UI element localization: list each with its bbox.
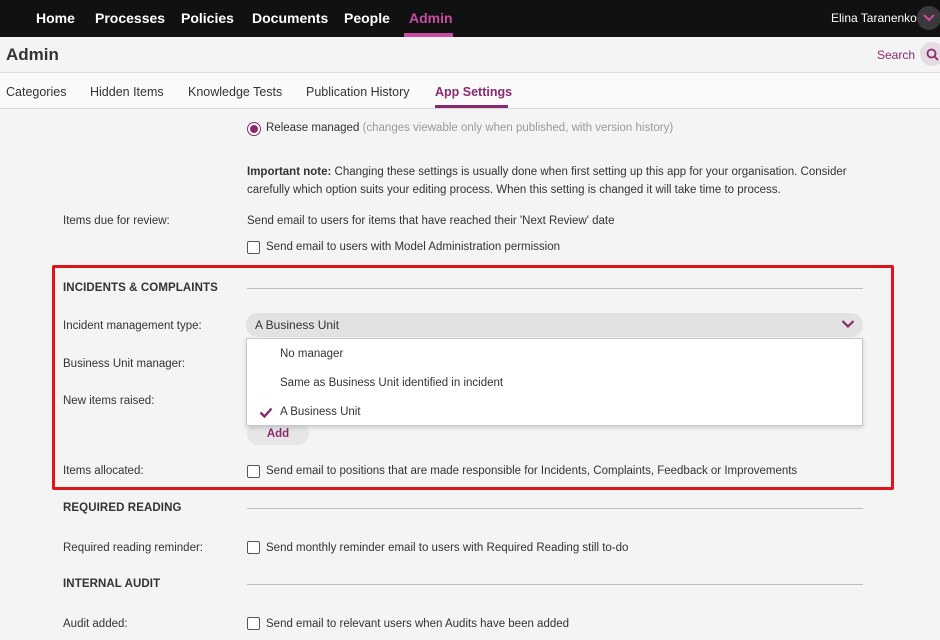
incident-type-label: Incident management type: bbox=[63, 320, 202, 332]
internal-audit-heading: INTERNAL AUDIT bbox=[63, 578, 161, 590]
incidents-divider bbox=[247, 288, 863, 289]
option-a-business-unit[interactable]: A Business Unit bbox=[247, 398, 862, 427]
nav-people[interactable]: People bbox=[344, 10, 390, 26]
release-option-label: Release managed bbox=[266, 122, 360, 134]
option-same-as-business-unit[interactable]: Same as Business Unit identified in inci… bbox=[247, 369, 862, 398]
tab-publication-history[interactable]: Publication History bbox=[306, 85, 410, 99]
required-reading-divider bbox=[247, 508, 863, 509]
reading-reminder-label: Required reading reminder: bbox=[63, 542, 203, 554]
search-link[interactable]: Search bbox=[877, 48, 915, 62]
important-note: Important note: Changing these settings … bbox=[247, 163, 887, 199]
tab-hidden-items[interactable]: Hidden Items bbox=[90, 85, 164, 99]
audit-added-checkbox-label: Send email to relevant users when Audits… bbox=[266, 618, 570, 630]
page-title: Admin bbox=[6, 45, 59, 64]
incidents-heading: INCIDENTS & COMPLAINTS bbox=[63, 282, 218, 294]
user-menu-button[interactable] bbox=[917, 6, 940, 30]
model-admin-email-label: Send email to users with Model Administr… bbox=[266, 241, 561, 253]
important-note-line2: carefully which option suits your editin… bbox=[247, 184, 781, 196]
audit-added-label: Audit added: bbox=[63, 618, 128, 630]
release-managed-radio[interactable] bbox=[247, 122, 261, 136]
tab-app-settings[interactable]: App Settings bbox=[435, 85, 512, 99]
reading-reminder-checkbox-label: Send monthly reminder email to users wit… bbox=[266, 542, 629, 554]
nav-processes[interactable]: Processes bbox=[95, 10, 165, 26]
radio-selected-dot bbox=[250, 125, 258, 133]
items-allocated-checkbox[interactable] bbox=[247, 465, 260, 478]
review-label: Items due for review: bbox=[63, 215, 170, 227]
user-name[interactable]: Elina Taranenko bbox=[831, 11, 917, 25]
required-reading-heading: REQUIRED READING bbox=[63, 502, 182, 514]
option-label: No manager bbox=[280, 348, 344, 360]
release-option-hint: (changes viewable only when published, w… bbox=[362, 122, 674, 134]
nav-admin[interactable]: Admin bbox=[409, 10, 453, 26]
search-button[interactable] bbox=[920, 42, 940, 66]
tab-active-indicator bbox=[435, 105, 508, 108]
audit-added-checkbox[interactable] bbox=[247, 617, 260, 630]
title-bar: Admin Search bbox=[0, 37, 940, 73]
internal-audit-divider bbox=[247, 584, 863, 585]
model-admin-email-checkbox[interactable] bbox=[247, 241, 260, 254]
app-settings-panel: Release managed (changes viewable only w… bbox=[0, 109, 940, 640]
tab-categories[interactable]: Categories bbox=[6, 85, 66, 99]
important-note-heading: Important note: bbox=[247, 166, 332, 178]
option-no-manager[interactable]: No manager bbox=[247, 340, 862, 369]
chevron-down-icon bbox=[923, 14, 935, 22]
option-label: A Business Unit bbox=[280, 406, 361, 418]
search-icon bbox=[926, 48, 939, 61]
release-managed-label: Release managed (changes viewable only w… bbox=[266, 122, 673, 134]
checkmark-icon bbox=[259, 407, 273, 418]
important-note-line1: Changing these settings is usually done … bbox=[331, 166, 847, 178]
incident-type-value: A Business Unit bbox=[255, 318, 340, 332]
new-items-label: New items raised: bbox=[63, 395, 155, 407]
chevron-down-icon bbox=[841, 320, 855, 329]
items-allocated-checkbox-label: Send email to positions that are made re… bbox=[266, 465, 798, 477]
nav-home[interactable]: Home bbox=[36, 10, 75, 26]
option-label: Same as Business Unit identified in inci… bbox=[280, 377, 504, 389]
items-allocated-label: Items allocated: bbox=[63, 465, 144, 477]
admin-tabs: Categories Hidden Items Knowledge Tests … bbox=[0, 73, 940, 109]
top-nav: Home Processes Policies Documents People… bbox=[0, 0, 940, 37]
nav-documents[interactable]: Documents bbox=[252, 10, 328, 26]
tab-knowledge-tests[interactable]: Knowledge Tests bbox=[188, 85, 282, 99]
review-description: Send email to users for items that have … bbox=[247, 215, 615, 227]
incident-type-select[interactable]: A Business Unit bbox=[246, 313, 863, 337]
bu-manager-label: Business Unit manager: bbox=[63, 358, 186, 370]
reading-reminder-checkbox[interactable] bbox=[247, 541, 260, 554]
nav-policies[interactable]: Policies bbox=[181, 10, 234, 26]
incident-type-options: No manager Same as Business Unit identif… bbox=[246, 338, 863, 426]
